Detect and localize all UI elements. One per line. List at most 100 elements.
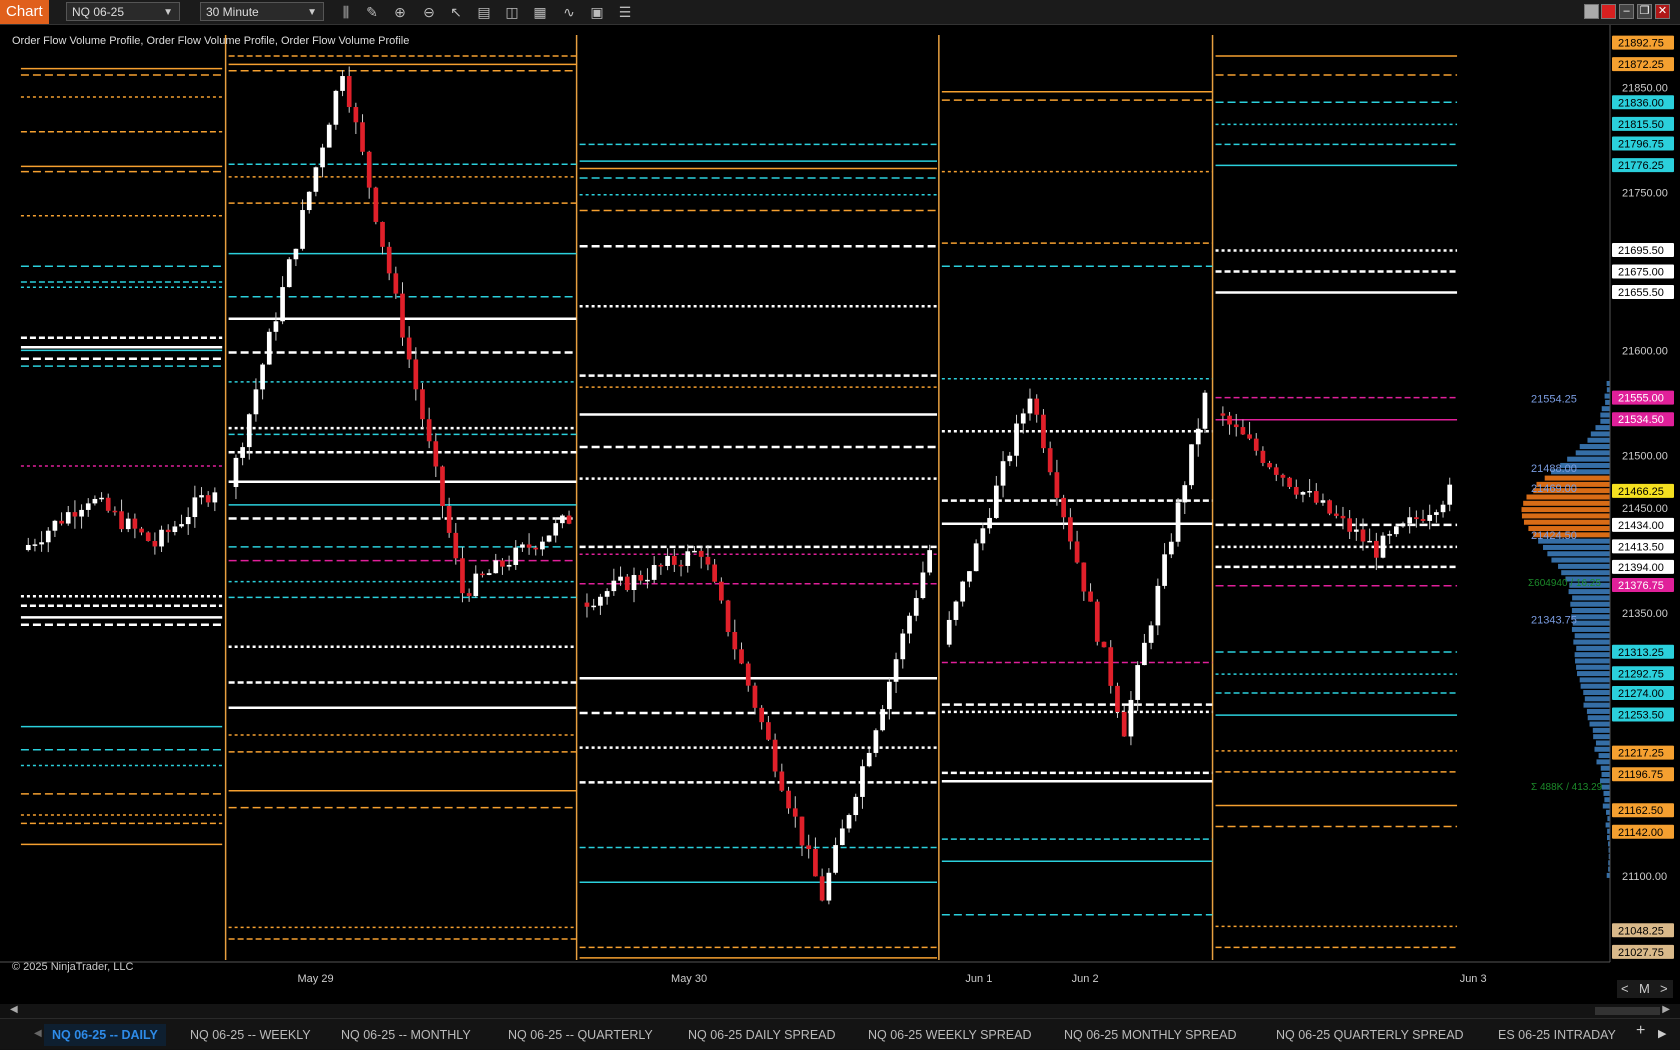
interval-selector[interactable]: 30 Minute ▼ (200, 2, 324, 21)
tab-quarterly-spread[interactable]: NQ 06-25 QUARTERLY SPREAD (1276, 1024, 1464, 1046)
profile-bar (1590, 431, 1610, 437)
scroll-left-icon[interactable]: ◀ (10, 1004, 18, 1015)
profile-bar (1523, 500, 1610, 506)
candle-down (373, 187, 379, 222)
tab-monthly-spread[interactable]: NQ 06-25 MONTHLY SPREAD (1064, 1024, 1237, 1046)
price-marker-label: 21048.25 (1618, 925, 1664, 937)
chart-tabs: ◀ NQ 06-25 -- DAILY NQ 06-25 -- WEEKLY N… (0, 1018, 1680, 1049)
zoom-label[interactable]: M (1639, 980, 1650, 998)
candle-up (300, 210, 305, 249)
profile-bar (1587, 437, 1610, 443)
tab-es-intraday[interactable]: ES 06-25 INTRADAY (1498, 1024, 1616, 1046)
data-box-icon[interactable]: ▣ (588, 3, 606, 21)
scroll-right-icon[interactable]: ▶ (1662, 1004, 1670, 1015)
price-marker-label: 21815.50 (1618, 119, 1664, 131)
candle-down (819, 876, 825, 901)
chevron-right-icon[interactable]: > (1660, 980, 1668, 998)
chevron-left-icon[interactable]: < (1621, 980, 1629, 998)
price-marker-label: 21534.50 (1618, 414, 1664, 426)
candle-up (192, 497, 198, 518)
instrument-selector[interactable]: NQ 06-25 ▼ (66, 2, 180, 21)
tab-weekly-spread[interactable]: NQ 06-25 WEEKLY SPREAD (868, 1024, 1032, 1046)
candle-up (1387, 534, 1393, 536)
tab-quarterly[interactable]: NQ 06-25 -- QUARTERLY (508, 1024, 653, 1046)
price-tick-label: 21100.00 (1622, 871, 1667, 883)
scroll-thumb[interactable] (1595, 1007, 1660, 1015)
candle-down (440, 466, 445, 506)
profile-bar (1583, 702, 1610, 708)
profile-bar (1579, 444, 1610, 450)
tab-daily-spread[interactable]: NQ 06-25 DAILY SPREAD (688, 1024, 836, 1046)
properties-icon[interactable]: ▤ (475, 3, 493, 21)
tab-scroll-left-icon[interactable]: ◀ (34, 1028, 42, 1039)
profile-bar (1543, 544, 1610, 550)
profile-bar (1596, 759, 1610, 765)
tab-weekly[interactable]: NQ 06-25 -- WEEKLY (190, 1024, 311, 1046)
candle-down (752, 685, 758, 708)
link-icon[interactable] (1584, 4, 1599, 19)
pointer-icon[interactable]: ↖ (447, 3, 465, 21)
close-icon[interactable]: ✕ (1655, 4, 1670, 19)
profile-bar (1551, 557, 1610, 563)
candle-up (1353, 529, 1359, 532)
candle-up (1307, 491, 1312, 493)
app-label: Chart (0, 0, 49, 24)
candle-up (1427, 514, 1433, 521)
zoom-control[interactable]: < M > (1617, 980, 1673, 998)
tab-daily[interactable]: NQ 06-25 -- DAILY (44, 1024, 166, 1046)
price-chart[interactable]: 21554.25 21488.00 21469.00 21424.50 21343.75… (0, 25, 1680, 1004)
price-tick-label: 21500.00 (1622, 450, 1668, 462)
zoom-in-icon[interactable]: ⊕ (391, 3, 409, 21)
candle-down (739, 649, 744, 664)
bar-type-icon[interactable]: ⫼ (337, 3, 355, 21)
profile-bar (1583, 690, 1610, 696)
candle-down (725, 600, 731, 632)
list-icon[interactable]: ☰ (616, 3, 634, 21)
time-tick-label: May 30 (671, 973, 707, 985)
minimize-icon[interactable]: – (1619, 4, 1634, 19)
candle-down (386, 246, 392, 274)
candle-up (273, 321, 279, 332)
add-tab-icon[interactable]: + (1636, 1022, 1645, 1040)
candle-up (520, 544, 525, 548)
candle-up (546, 535, 552, 542)
indicator-icon[interactable]: ∿ (560, 3, 578, 21)
candle-down (1094, 601, 1100, 642)
candle-up (1407, 517, 1413, 524)
price-marker-label: 21376.75 (1618, 580, 1664, 592)
candle-up (591, 605, 597, 608)
candle-up (212, 492, 218, 503)
candle-down (759, 707, 765, 723)
candle-down (1227, 415, 1232, 425)
candle-up (946, 619, 952, 645)
candle-up (99, 497, 104, 500)
candle-down (453, 532, 459, 559)
candle-up (560, 515, 565, 524)
profile-bar (1558, 563, 1610, 569)
horizontal-scrollbar[interactable]: ◀ ▶ (10, 1004, 1670, 1018)
tab-scroll-right-icon[interactable]: ▶ (1658, 1027, 1666, 1040)
profile-bar (1604, 393, 1610, 399)
tab-monthly[interactable]: NQ 06-25 -- MONTHLY (341, 1024, 471, 1046)
candle-up (973, 543, 979, 572)
zoom-out-icon[interactable]: ⊖ (420, 3, 438, 21)
candle-up (553, 523, 559, 536)
color-link-icon[interactable] (1601, 4, 1616, 19)
profile-bar (1573, 639, 1610, 645)
candle-down (658, 565, 664, 567)
candle-down (786, 790, 791, 809)
strategy-icon[interactable]: ▦ (531, 3, 549, 21)
templates-icon[interactable]: ◫ (503, 3, 521, 21)
candle-up (1142, 642, 1147, 666)
profile-bar (1606, 380, 1610, 386)
restore-icon[interactable]: ❐ (1637, 4, 1652, 19)
profile-bar (1587, 715, 1610, 721)
candle-up (1320, 500, 1326, 503)
candle-up (1128, 699, 1134, 737)
candle-down (1108, 647, 1114, 686)
pencil-icon[interactable]: ✎ (363, 3, 381, 21)
candle-down (1420, 519, 1426, 521)
candle-down (480, 573, 485, 576)
price-tick-label: 21350.00 (1622, 608, 1668, 620)
candle-down (766, 722, 771, 740)
